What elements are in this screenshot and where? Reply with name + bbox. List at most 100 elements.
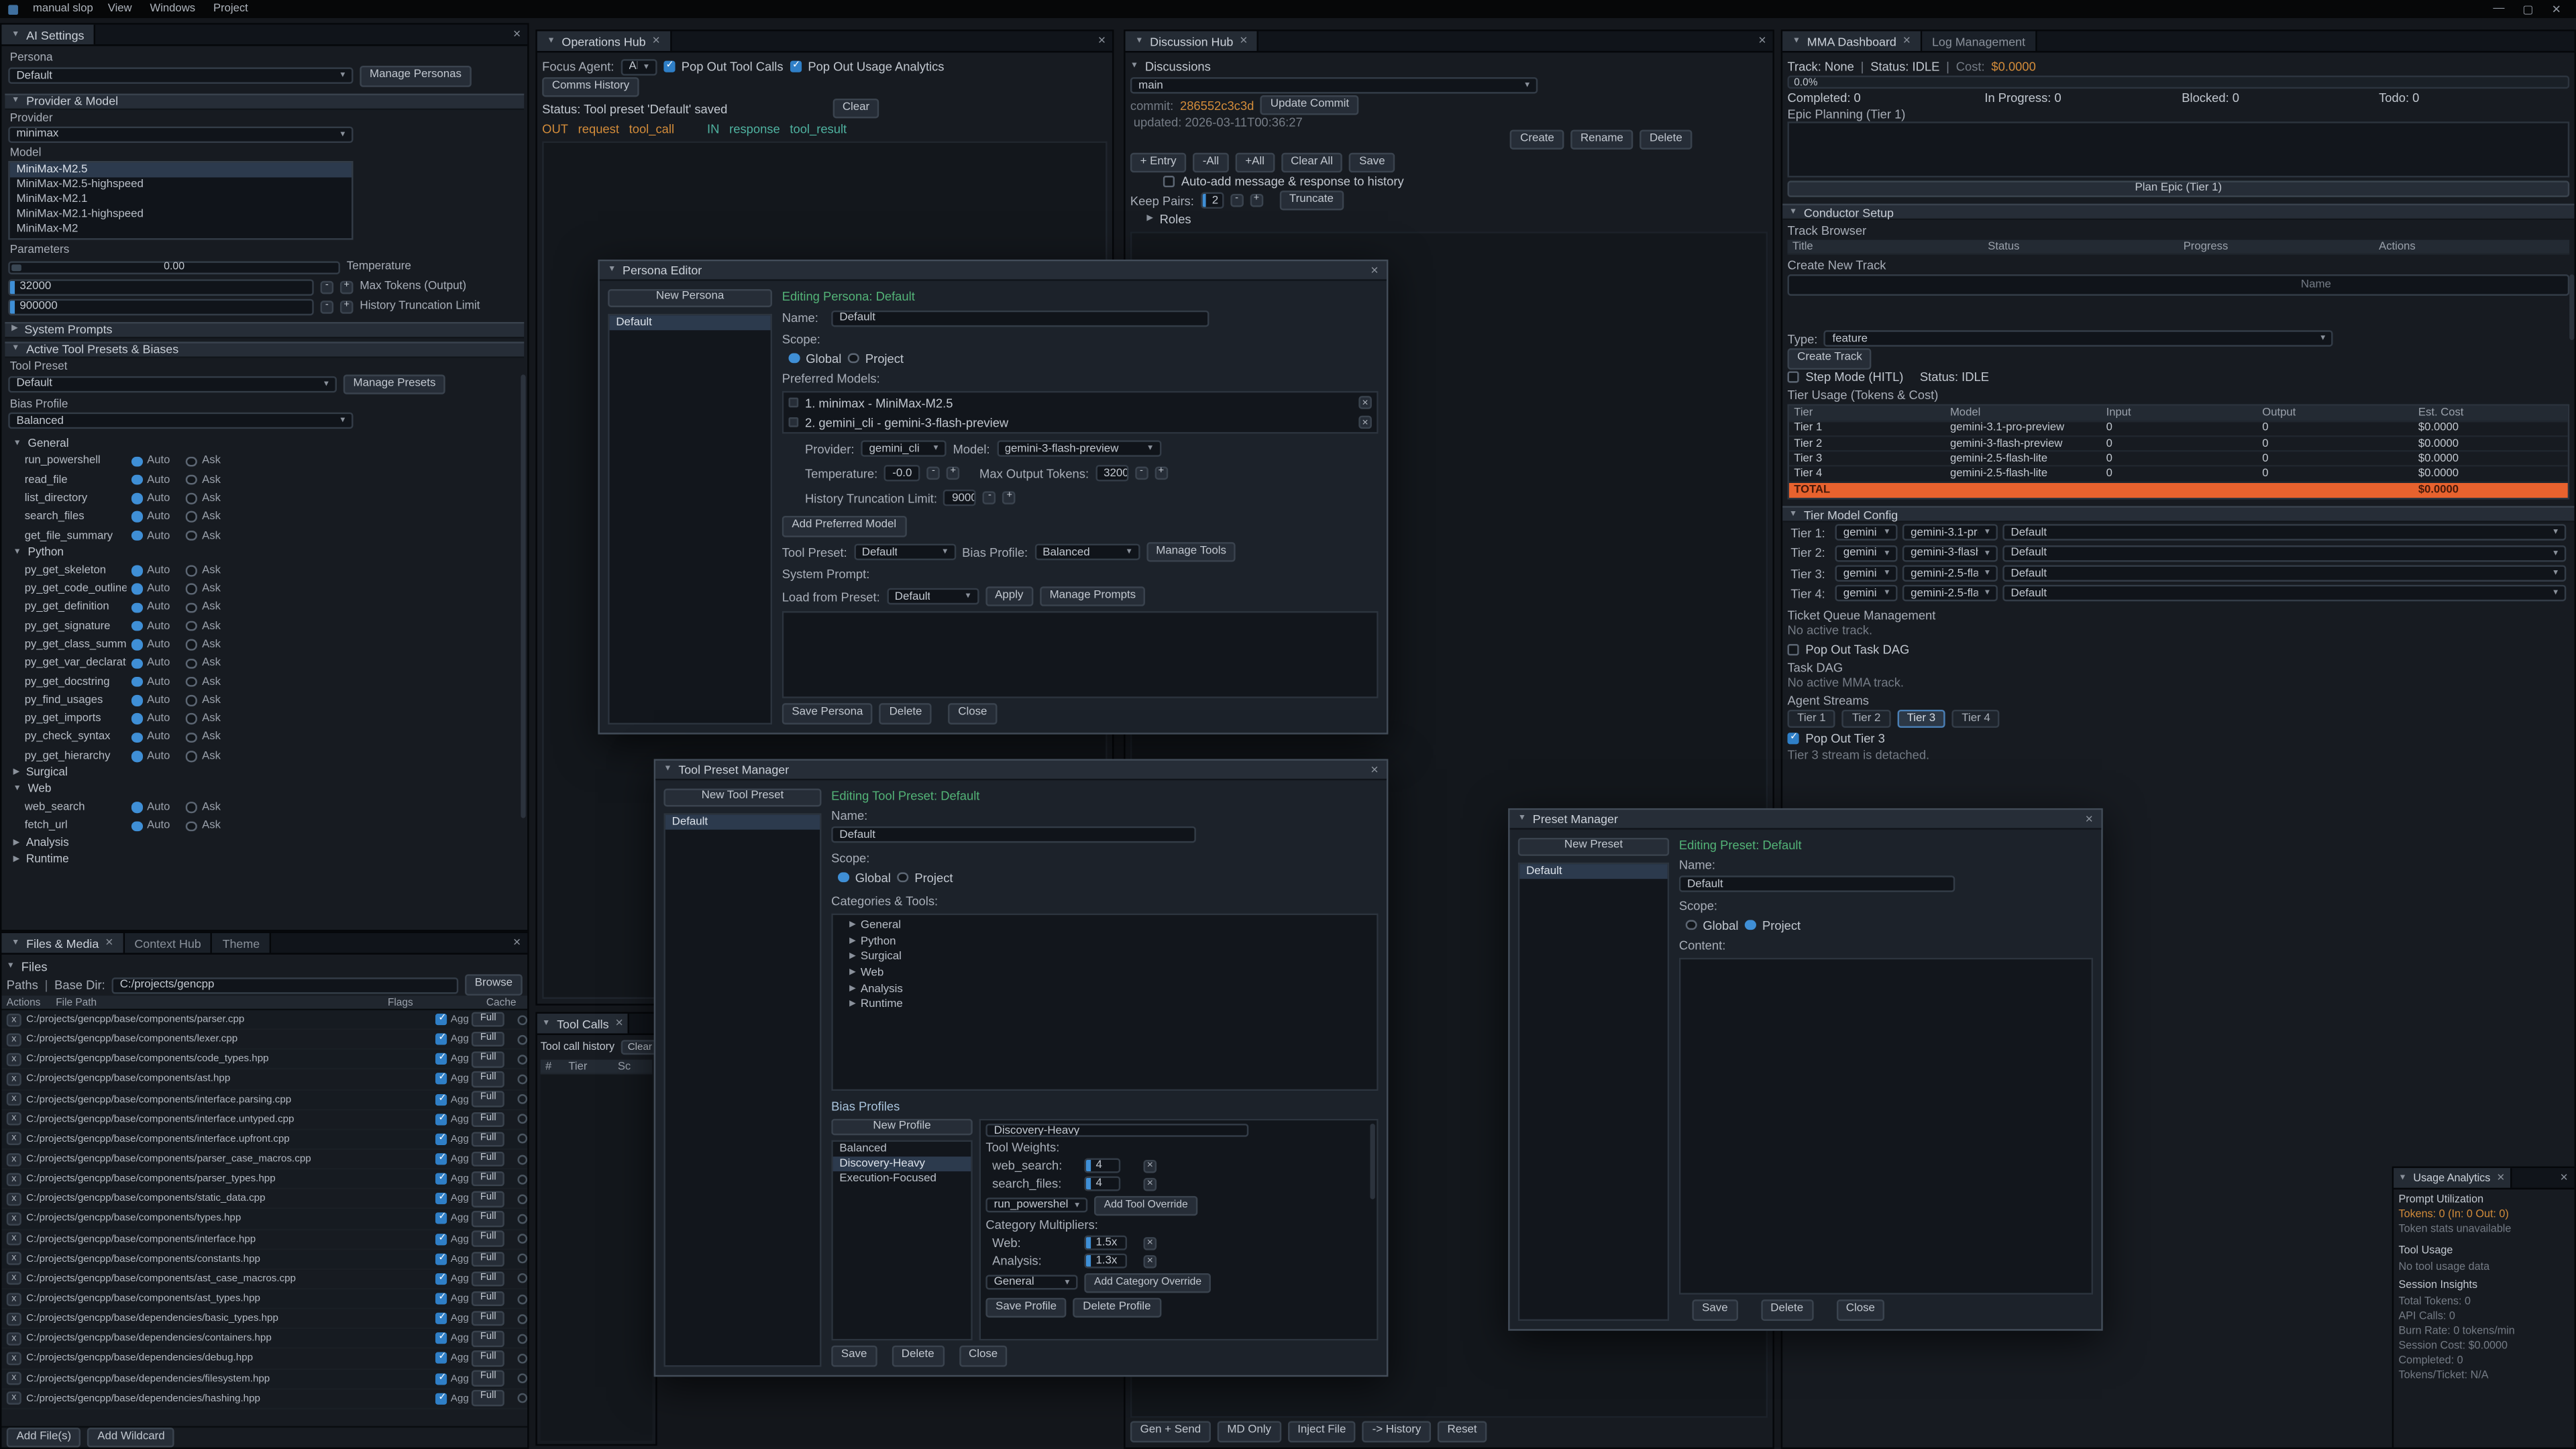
minimize-icon[interactable]: — — [2493, 3, 2504, 16]
file-row[interactable]: x C:/projects/gencpp/base/components/int… — [1, 1130, 527, 1150]
chevron-down-icon[interactable] — [7, 962, 15, 970]
remove-file-button[interactable]: x — [7, 1113, 21, 1126]
file-row[interactable]: x C:/projects/gencpp/base/components/par… — [1, 1010, 527, 1030]
load-preset-select[interactable]: Default — [887, 588, 979, 604]
remove-file-button[interactable]: x — [7, 1193, 21, 1206]
agg-checkbox[interactable] — [436, 1093, 447, 1105]
new-persona-button[interactable]: New Persona — [608, 289, 772, 307]
profile-name-input[interactable]: Discovery-Heavy — [985, 1124, 1248, 1137]
base-dir-input[interactable]: C:/projects/gencpp — [111, 977, 458, 993]
chevron-right-icon[interactable] — [849, 969, 855, 977]
tab-operations-hub[interactable]: Operations Hub — [537, 32, 672, 51]
chevron-right-icon[interactable] — [849, 938, 855, 946]
save-discussion-button[interactable]: Save — [1349, 152, 1395, 173]
bias-profile-select[interactable]: Balanced — [1034, 544, 1140, 560]
save-preset-button[interactable]: Save — [1692, 1300, 1737, 1321]
truncate-button[interactable]: Truncate — [1279, 190, 1343, 211]
stream-tier-tab[interactable]: Tier 1 — [1787, 710, 1835, 728]
create-discussion-button[interactable]: Create — [1510, 129, 1564, 150]
new-profile-button[interactable]: New Profile — [831, 1119, 973, 1135]
full-button[interactable]: Full — [472, 1291, 504, 1306]
tier-preset-select[interactable]: Default — [2002, 545, 2566, 561]
discussion-footer-button[interactable]: Reset — [1438, 1421, 1487, 1442]
multiplier-input[interactable]: 1.5x — [1084, 1236, 1127, 1250]
auto-radio[interactable] — [131, 802, 142, 813]
rename-discussion-button[interactable]: Rename — [1570, 129, 1633, 150]
agg-checkbox[interactable] — [436, 1034, 447, 1045]
bias-profile-item[interactable]: Execution-Focused — [833, 1172, 971, 1187]
clear-status-button[interactable]: Clear — [833, 98, 879, 119]
tier-preset-select[interactable]: Default — [2002, 586, 2566, 602]
agg-checkbox[interactable] — [436, 1134, 447, 1145]
agg-checkbox[interactable] — [436, 1293, 447, 1304]
file-row[interactable]: x C:/projects/gencpp/base/components/lex… — [1, 1030, 527, 1051]
tab-log-management[interactable]: Log Management — [1922, 32, 2037, 51]
ask-radio[interactable] — [186, 802, 197, 813]
auto-radio[interactable] — [131, 530, 142, 541]
file-row[interactable]: x C:/projects/gencpp/base/dependencies/b… — [1, 1309, 527, 1330]
scrollbar-thumb[interactable] — [2569, 274, 2574, 340]
tool-group-web[interactable]: Web — [5, 782, 524, 798]
agg-checkbox[interactable] — [436, 1193, 447, 1205]
provider-model-section-header[interactable]: Provider & Model — [5, 93, 524, 109]
ask-radio[interactable] — [186, 456, 197, 467]
bias-profile-item[interactable]: Discovery-Heavy — [833, 1157, 971, 1173]
add-wildcard-button[interactable]: Add Wildcard — [88, 1427, 175, 1447]
agg-checkbox[interactable] — [436, 1213, 447, 1224]
ask-radio[interactable] — [186, 474, 197, 485]
scope-project-radio[interactable] — [1745, 920, 1756, 930]
pop-out-tool-calls-checkbox[interactable] — [663, 61, 675, 72]
save-profile-button[interactable]: Save Profile — [985, 1297, 1066, 1318]
tab-close-icon[interactable] — [1903, 34, 1911, 48]
paths-label[interactable]: Paths — [7, 977, 38, 992]
increment-button[interactable]: + — [340, 280, 354, 294]
preferred-model-row[interactable]: 1. minimax - MiniMax-M2.5 — [784, 392, 1377, 412]
delete-profile-button[interactable]: Delete Profile — [1073, 1297, 1161, 1318]
close-dialog-button[interactable]: Close — [1836, 1300, 1885, 1321]
auto-radio[interactable] — [131, 493, 142, 504]
panel-close-icon[interactable] — [1091, 34, 1112, 48]
manage-personas-button[interactable]: Manage Personas — [360, 66, 471, 87]
tab-close-icon[interactable] — [615, 1017, 623, 1030]
provider-select[interactable]: minimax — [8, 126, 353, 142]
add-tool-override-button[interactable]: Add Tool Override — [1094, 1195, 1197, 1215]
tool-preset-name-input[interactable]: Default — [831, 826, 1196, 843]
category-tree-item[interactable]: Web — [833, 965, 1377, 981]
full-button[interactable]: Full — [472, 1091, 504, 1107]
ask-radio[interactable] — [186, 639, 197, 650]
increment-button[interactable]: + — [947, 467, 960, 480]
panel-close-icon[interactable] — [1752, 34, 1772, 48]
full-button[interactable]: Full — [472, 1391, 504, 1406]
dialog-close-icon[interactable] — [2086, 812, 2093, 826]
ask-radio[interactable] — [186, 584, 197, 594]
panel-close-icon[interactable] — [2554, 1171, 2575, 1185]
tab-discussion-hub[interactable]: Discussion Hub — [1126, 32, 1259, 51]
tab-mma-dashboard[interactable]: MMA Dashboard — [1782, 32, 1922, 51]
tier-preset-select[interactable]: Default — [2002, 525, 2566, 541]
remove-model-icon[interactable] — [1358, 396, 1372, 409]
auto-radio[interactable] — [131, 639, 142, 650]
tier-model-select[interactable]: gemini-2.5-flash-lite — [1902, 586, 1998, 602]
file-row[interactable]: x C:/projects/gencpp/base/dependencies/h… — [1, 1389, 527, 1409]
agg-checkbox[interactable] — [436, 1153, 447, 1165]
add-files-button[interactable]: Add File(s) — [7, 1427, 81, 1447]
file-row[interactable]: x C:/projects/gencpp/base/components/ast… — [1, 1270, 527, 1290]
pop-out-tier3-checkbox[interactable] — [1787, 732, 1799, 743]
remove-file-button[interactable]: x — [7, 1372, 21, 1385]
agg-checkbox[interactable] — [436, 1313, 447, 1324]
remove-file-button[interactable]: x — [7, 1232, 21, 1246]
new-preset-button[interactable]: New Preset — [1518, 838, 1669, 856]
expand-all-button[interactable]: +All — [1236, 152, 1275, 173]
chevron-down-icon[interactable] — [1135, 37, 1143, 45]
decrement-button[interactable]: - — [1135, 467, 1148, 480]
preset-name-input[interactable]: Default — [1679, 875, 1955, 892]
chevron-down-icon[interactable] — [547, 37, 555, 45]
remove-override-icon[interactable] — [1143, 1236, 1157, 1250]
agg-checkbox[interactable] — [436, 1114, 447, 1125]
tab-theme[interactable]: Theme — [213, 933, 271, 953]
ask-radio[interactable] — [186, 695, 197, 706]
bias-profile-select[interactable]: Balanced — [8, 413, 353, 429]
auto-radio[interactable] — [131, 621, 142, 632]
auto-radio[interactable] — [131, 658, 142, 669]
agg-checkbox[interactable] — [436, 1073, 447, 1085]
